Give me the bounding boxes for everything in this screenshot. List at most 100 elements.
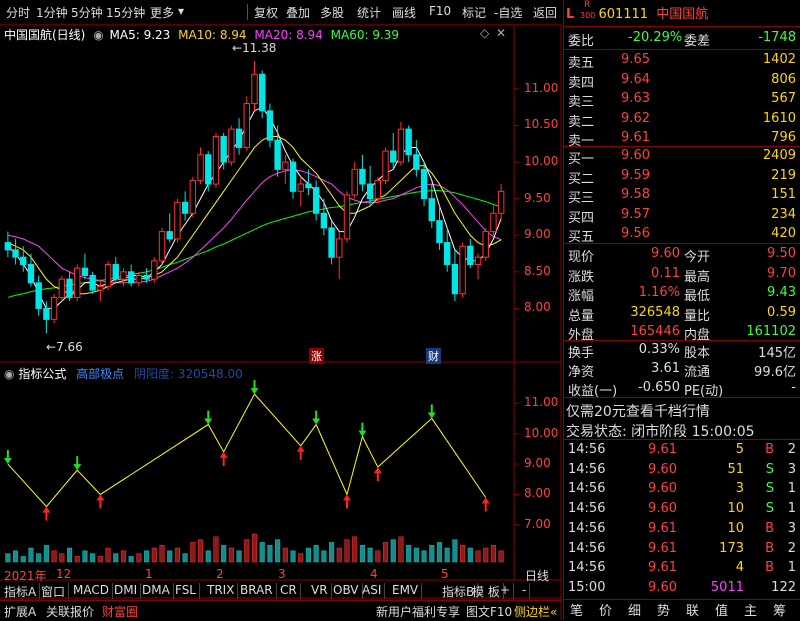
candle-body [20, 256, 27, 266]
toolbar-1min[interactable]: 1分钟 [36, 4, 68, 21]
volume-bar [275, 539, 281, 563]
indicator-tab-5[interactable]: FSL [175, 583, 200, 599]
candle-body [174, 201, 181, 240]
settings-circle-icon[interactable]: ◉ [4, 367, 14, 381]
stat-label: 涨幅 [568, 289, 595, 304]
quote-view-button-3[interactable]: 势 [657, 600, 670, 619]
tick-volume: 4 [735, 560, 744, 576]
stat-row: 收益(一) -0.650 PE(动) - [566, 379, 800, 399]
volume-bar [43, 544, 49, 563]
stat-label: 流通 [684, 365, 711, 380]
tick-volume: 5 [735, 442, 744, 457]
double-chevron-left-icon: « [550, 605, 558, 619]
indicator-tab-10[interactable]: OBV [333, 583, 363, 599]
limit-up-marker[interactable]: 涨 [309, 348, 324, 364]
tick-row: 15:00 9.60 5011 122 [566, 579, 800, 598]
tab-extension-a[interactable]: 扩展A [4, 603, 36, 621]
quote-view-button-4[interactable]: 联 [686, 600, 699, 619]
ask-row: 卖五 9.65 1402 [566, 51, 800, 71]
candle-body [443, 242, 451, 266]
volume-bar [498, 550, 504, 563]
indicator-tab-7[interactable]: BRAR [240, 583, 277, 599]
tab-wealth-circle[interactable]: 财富圈 [102, 603, 138, 621]
tick-volume: 10 [727, 520, 744, 536]
date-tick-label: 4 [370, 567, 378, 581]
period-label[interactable]: 日线 [525, 567, 549, 584]
indicator-tab-15[interactable]: + [500, 583, 515, 599]
tick-direction: S [765, 481, 774, 497]
toolbar-stats[interactable]: 统计 [357, 4, 381, 21]
candle-body [212, 135, 220, 185]
bottom-tab-bar: 扩展A 关联报价 财富圈 新用户福利专享 图文F10 侧边栏« [0, 600, 562, 621]
financial-report-marker[interactable]: 财 [426, 348, 441, 364]
chevron-down-icon[interactable]: ▾ [178, 4, 184, 18]
toolbar-mark[interactable]: 标记 [462, 4, 486, 21]
arrow-left-icon: ← [232, 41, 243, 55]
volume-bar [352, 536, 358, 563]
quote-view-button-7[interactable]: 筹 [773, 600, 786, 619]
high-price-label: ←11.38 [232, 41, 277, 55]
tick-count: 1 [787, 481, 796, 497]
volume-bar [460, 544, 466, 563]
toolbar-multi-stock[interactable]: 多股 [320, 4, 344, 21]
volume-bar [305, 547, 312, 563]
toolbar-overlay[interactable]: 叠加 [286, 4, 310, 21]
depth-promo-link[interactable]: 仅需20元查看千档行情 [566, 401, 710, 421]
kline-chart[interactable] [0, 25, 562, 620]
sidebar-toggle[interactable]: 侧边栏« [514, 603, 557, 621]
new-user-promo-link[interactable]: 新用户福利专享 [376, 603, 460, 621]
indicator-tab-3[interactable]: DMI [114, 583, 142, 599]
volume-bar [221, 544, 227, 563]
bid-row: 买一 9.60 2409 [566, 147, 800, 167]
toolbar-draw-line[interactable]: 画线 [392, 4, 416, 21]
indicator-tab-12[interactable]: EMV [392, 583, 423, 599]
toolbar-15min[interactable]: 15分钟 [106, 4, 145, 21]
candle-body [328, 227, 335, 258]
diamond-icon[interactable]: ◇ [480, 26, 489, 40]
indicator-tab-4[interactable]: DMA [142, 583, 174, 599]
close-icon[interactable]: ✕ [496, 26, 506, 40]
volume-bar [336, 547, 342, 563]
toolbar-timeshare[interactable]: 分时 [6, 4, 30, 21]
toolbar-restore-rights[interactable]: 复权 [254, 4, 278, 21]
candle-body [50, 296, 58, 320]
toolbar-watchlist[interactable]: -自选 [494, 4, 522, 21]
graphic-f10-button[interactable]: 图文F10 [466, 603, 512, 621]
indicator-tab-2[interactable]: MACD [73, 583, 113, 599]
quote-view-button-2[interactable]: 细 [628, 600, 641, 619]
up-arrow-icon [296, 445, 305, 460]
volume-bar [51, 550, 57, 563]
down-arrow-icon [427, 404, 436, 419]
ask-row: 卖三 9.63 567 [566, 90, 800, 110]
indicator-tab-9[interactable]: VR [311, 583, 332, 599]
tick-volume: 5011 [710, 579, 744, 595]
tab-related-quotes[interactable]: 关联报价 [46, 603, 94, 621]
tick-volume: 51 [727, 461, 744, 477]
down-arrow-icon [250, 380, 259, 395]
indicator-tab-6[interactable]: TRIX [207, 583, 239, 599]
indicator-tab-11[interactable]: ASI [362, 583, 386, 599]
quote-view-button-6[interactable]: 主 [744, 600, 757, 619]
settings-circle-icon[interactable]: ◉ [93, 28, 103, 42]
toolbar-5min[interactable]: 5分钟 [71, 4, 103, 21]
candle-body [359, 168, 366, 185]
stat-label: 量比 [684, 308, 711, 324]
stat-value: 165446 [630, 324, 680, 339]
quote-view-button-1[interactable]: 价 [599, 600, 612, 619]
toolbar-more[interactable]: 更多 [150, 4, 174, 21]
indicator-formula-label[interactable]: 指标公式 [18, 367, 66, 381]
toolbar-back[interactable]: 返回 [533, 4, 557, 21]
volume-bar [90, 553, 96, 563]
indicator-tab-0[interactable]: 指标A [4, 583, 41, 599]
quote-view-button-0[interactable]: 笔 [570, 600, 583, 619]
ask-level-label: 卖二 [568, 114, 595, 130]
indicator-tab-1[interactable]: 窗口 [41, 583, 70, 599]
indicator-tab-8[interactable]: CR [280, 583, 301, 599]
bid-volume: 234 [771, 206, 796, 222]
stat-label: 总量 [568, 308, 595, 324]
candle-body [66, 278, 73, 298]
quote-view-button-5[interactable]: 值 [715, 600, 728, 619]
toolbar-f10[interactable]: F10 [429, 4, 451, 18]
candle-body [235, 128, 243, 148]
indicator-tab-16[interactable]: - [522, 583, 531, 599]
